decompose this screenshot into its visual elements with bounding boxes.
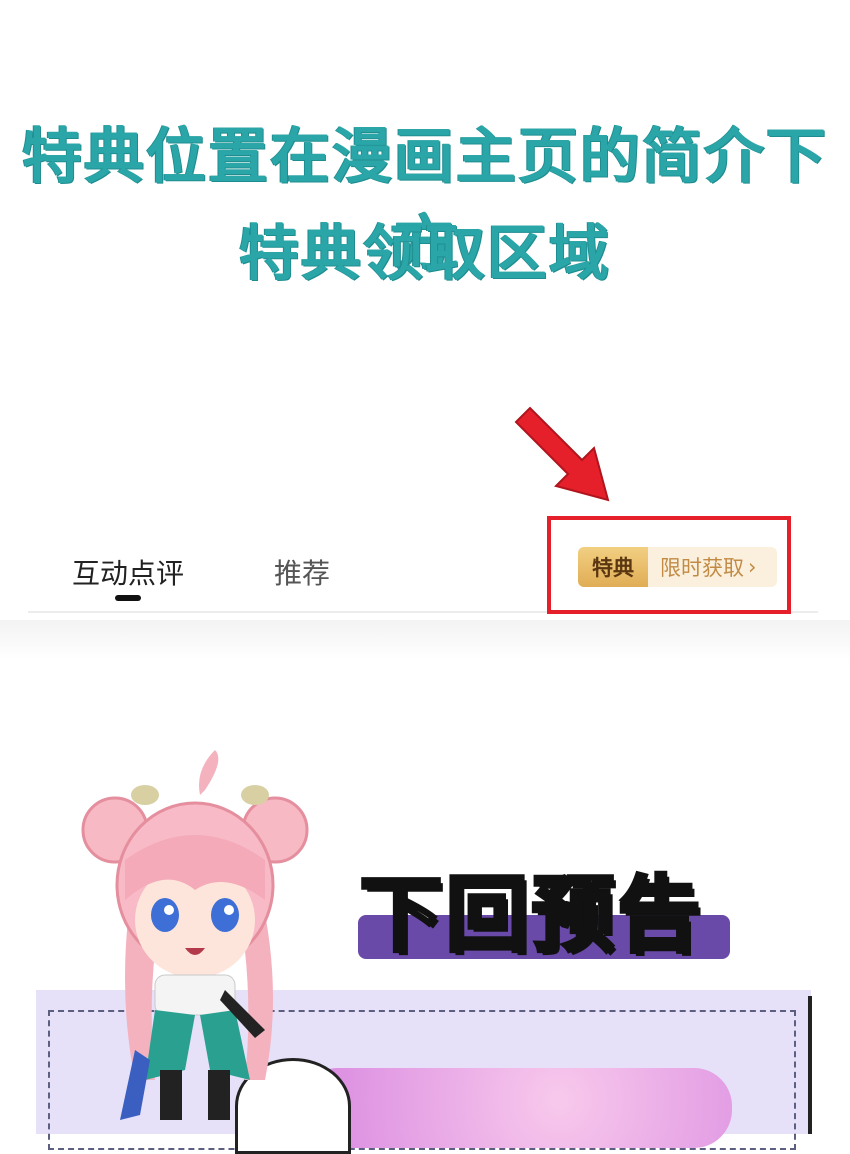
perk-entry[interactable]: 特典 限时获取 › xyxy=(578,547,777,587)
preview-image xyxy=(300,1068,732,1148)
red-arrow-icon xyxy=(514,406,610,502)
preview-panel-shadow xyxy=(808,996,812,1134)
headline-line-2: 特典领取区域 xyxy=(239,219,611,289)
perk-action-label: 限时获取 xyxy=(660,556,744,580)
chibi-mascot-illustration xyxy=(81,750,309,1120)
chevron-right-icon: › xyxy=(748,555,757,579)
active-tab-indicator xyxy=(115,595,141,601)
tab-recommend[interactable]: 推荐 xyxy=(274,552,330,592)
perk-action-link[interactable]: 限时获取 › xyxy=(648,547,777,587)
section-shadow xyxy=(0,620,850,660)
next-episode-preview-title: 下回预告 xyxy=(358,866,705,965)
tab-interactive-comments[interactable]: 互动点评 xyxy=(72,552,184,592)
perk-badge[interactable]: 特典 xyxy=(578,547,648,587)
